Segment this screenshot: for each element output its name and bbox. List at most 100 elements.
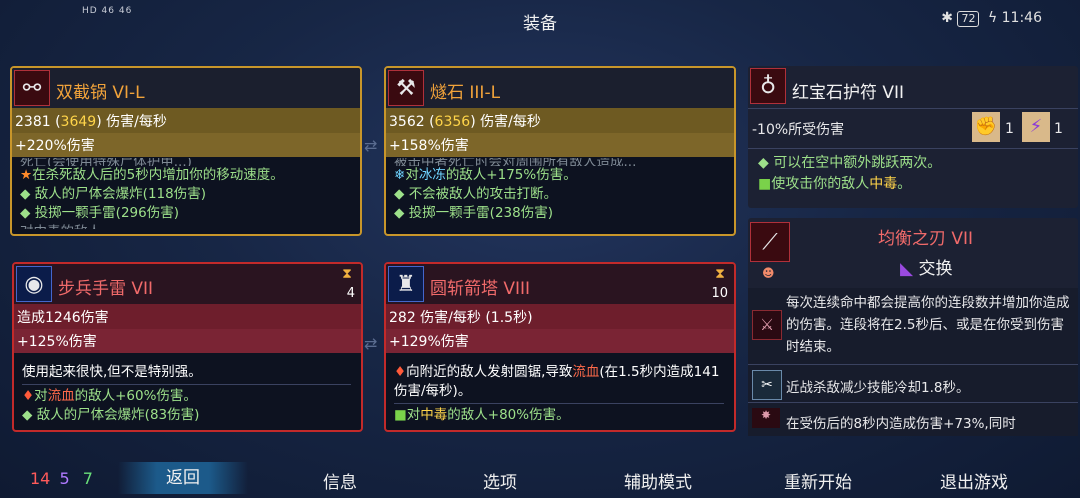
bluetooth-icon: ✱ — [941, 10, 954, 26]
bullet-icon: ◆ — [20, 186, 35, 202]
skill-card-right[interactable]: ♜ 圆斩箭塔 VIII ⧗ 10 282 伤害/每秒 (1.5秒) +129%伤… — [384, 262, 736, 432]
dead-cells-head-icon: ☻ — [762, 266, 775, 280]
balanced-blade-icon: ⟋ — [750, 222, 790, 262]
amulet-line-1: ◆ 可以在空中额外跳跃两次。 — [758, 152, 941, 172]
battery-icon: 72 — [957, 11, 980, 27]
desc-keyword: 流血 — [572, 364, 600, 380]
assist-mode-button[interactable]: 辅助模式 — [598, 468, 718, 493]
combo-icon: ⚔ — [752, 310, 782, 340]
weapon-name: 燧石 III-L — [430, 83, 501, 103]
swap-hand-icon: ◣ — [900, 259, 914, 279]
bleed-icon: ♦ — [394, 364, 407, 380]
weapon-card-primary[interactable]: ⚯ 双截锅 VI-L 2381 (3649) 伤害/每秒 +220%伤害 死亡(… — [10, 66, 362, 236]
amulet-count-2: 1 — [1054, 121, 1063, 137]
desc-keyword: 冰冻 — [418, 167, 446, 183]
back-button[interactable]: 返回 — [118, 462, 248, 494]
hourglass-icon: ⧗ — [342, 266, 352, 282]
mutation-panel[interactable]: ⟋ ☻ 均衡之刃 VII ◣ 交换 ⚔ 每次连续命中都会提高你的连段数并增加你造… — [748, 218, 1078, 436]
amulet-panel[interactable]: ♁ 红宝石护符 VII -10%所受伤害 ✊ 1 ⚡ 1 ◆ 可以在空中额外跳跃… — [748, 66, 1078, 208]
dps-highlight: 3649 — [60, 114, 97, 130]
skill-bonus: +129%伤害 — [386, 329, 734, 353]
weapon-description: 被击中者死亡时会对周围所有敌人造成... ❄对冰冻的敌人+175%伤害。 ◆ 不… — [386, 154, 734, 234]
mutation-name: 均衡之刃 VII — [878, 229, 974, 249]
skill-description: ♦向附近的敌人发射圆锯,导致流血(在1.5秒内造成141伤害/每秒)。 ■对中毒… — [386, 359, 734, 430]
desc-line: ■对中毒的敌人+80%伤害。 — [394, 406, 724, 425]
skill-name: 圆斩箭塔 VIII — [430, 279, 531, 299]
desc-text: 可以在空中额外跳跃两次。 — [773, 155, 942, 171]
mutation-paragraph-1: 每次连续命中都会提高你的连段数并增加你造成的伤害。连段将在2.5秒后、或是在你受… — [786, 295, 1070, 355]
poison-icon: ■ — [394, 407, 407, 423]
desc-text: 对 — [34, 388, 48, 404]
poison-icon: ■ — [758, 176, 772, 192]
desc-line: ◆ 投掷一颗手雷(296伤害) — [20, 204, 350, 223]
desc-text: 使用起来很快,但不是特别强。 — [22, 364, 202, 380]
desc-line-faded: 对中毒的敌人... — [20, 223, 350, 229]
damage-buff-icon: ✸ — [752, 408, 780, 428]
divider — [748, 148, 1078, 149]
swap-button[interactable]: ◣ 交换 — [900, 254, 952, 279]
clock: 11:46 — [1001, 10, 1042, 26]
desc-text: 对 — [405, 167, 419, 183]
survival-count: 7 — [82, 469, 93, 488]
desc-text: 投掷一颗手雷(238伤害) — [408, 205, 553, 221]
desc-keyword: 流血 — [47, 388, 75, 404]
cooldown-blade-icon: ✂ — [752, 370, 782, 400]
desc-text: 对 — [406, 407, 421, 423]
skill-name: 步兵手雷 VII — [58, 279, 154, 299]
desc-keyword: 中毒 — [420, 407, 448, 423]
swap-label: 交换 — [918, 259, 953, 279]
page-title: 装备 — [523, 14, 557, 34]
dps-unit: ) 伤害/每秒 — [96, 114, 167, 130]
weapon-description: 死亡(会使用特殊尸体护甲...) ★在杀死敌人后的5秒内增加你的移动速度。 ◆ … — [12, 154, 360, 234]
quit-game-button[interactable]: 退出游戏 — [914, 468, 1034, 493]
divider — [748, 108, 1078, 109]
desc-line: ♦对流血的敌人+60%伤害。 — [22, 387, 351, 406]
desc-text: 敌人的尸体会爆炸(118伤害) — [34, 186, 206, 202]
weapon-dps: 2381 (3649) 伤害/每秒 — [12, 108, 360, 133]
desc-line: ◆ 敌人的尸体会爆炸(118伤害) — [20, 185, 350, 204]
desc-line: ♦向附近的敌人发射圆锯,导致流血(在1.5秒内造成141伤害/每秒)。 — [394, 363, 724, 401]
divider — [748, 402, 1078, 403]
desc-text: 敌人的尸体会爆炸(83伤害) — [36, 407, 200, 423]
skill-cooldown: 4 — [346, 286, 355, 301]
mutation-paragraph-2: 近战杀敌减少技能冷却1.8秒。 — [786, 380, 970, 396]
charging-icon: ϟ — [987, 10, 998, 26]
brutality-count: 14 — [30, 469, 51, 488]
desc-line: ❄对冰冻的敌人+175%伤害。 — [394, 166, 724, 185]
desc-keyword: 中毒 — [869, 176, 898, 192]
divider — [748, 364, 1078, 365]
desc-line: ★在杀死敌人后的5秒内增加你的移动速度。 — [20, 166, 350, 185]
footer-menu: 14 5 7 返回 信息 选项 辅助模式 重新开始 退出游戏 — [0, 458, 1080, 498]
desc-text: 在杀死敌人后的5秒内增加你的移动速度。 — [32, 167, 284, 183]
bullet-icon: ◆ — [758, 155, 774, 171]
star-icon: ★ — [20, 167, 33, 183]
dps-base: 2381 ( — [15, 114, 61, 130]
options-button[interactable]: 选项 — [450, 468, 550, 493]
desc-line: ◆ 投掷一颗手雷(238伤害) — [394, 204, 724, 223]
dps-unit: ) 伤害/每秒 — [470, 114, 541, 130]
weapon-dps: 3562 (6356) 伤害/每秒 — [386, 108, 734, 133]
desc-line-faded: 被击中者死亡时会对周围所有敌人造成... — [394, 158, 637, 166]
divider — [394, 403, 724, 404]
bullet-icon: ◆ — [22, 407, 37, 423]
restart-button[interactable]: 重新开始 — [758, 468, 878, 493]
swap-arrows-icon[interactable]: ⇄ — [364, 136, 377, 155]
dps-base: 3562 ( — [389, 114, 435, 130]
amulet-line-2: ■使攻击你的敌人中毒。 — [758, 173, 911, 193]
grenade-icon: ◉ — [16, 266, 52, 302]
mutation-body: ⚔ 每次连续命中都会提高你的连段数并增加你造成的伤害。连段将在2.5秒后、或是在… — [748, 288, 1078, 436]
scroll-of-tactics-icon: ⚡ — [1022, 112, 1050, 142]
desc-text: 的敌人+80%伤害。 — [447, 407, 570, 423]
divider — [22, 384, 351, 385]
info-button[interactable]: 信息 — [290, 468, 390, 493]
amulet-effect: -10%所受伤害 — [752, 122, 845, 138]
weapon-card-secondary[interactable]: ⚒ 燧石 III-L 3562 (6356) 伤害/每秒 +158%伤害 被击中… — [384, 66, 736, 236]
desc-text: 使攻击你的敌人 — [771, 176, 870, 192]
skill-card-left[interactable]: ◉ 步兵手雷 VII ⧗ 4 造成1246伤害 +125%伤害 使用起来很快,但… — [12, 262, 363, 432]
hourglass-icon: ⧗ — [715, 266, 725, 282]
bullet-icon: ◆ — [394, 205, 409, 221]
desc-text: 的敌人+60%伤害。 — [74, 388, 197, 404]
desc-text: 。 — [897, 176, 912, 192]
skill-description: 使用起来很快,但不是特别强。 ♦对流血的敌人+60%伤害。 ◆ 敌人的尸体会爆炸… — [14, 359, 361, 430]
swap-arrows-icon[interactable]: ⇄ — [364, 334, 377, 353]
